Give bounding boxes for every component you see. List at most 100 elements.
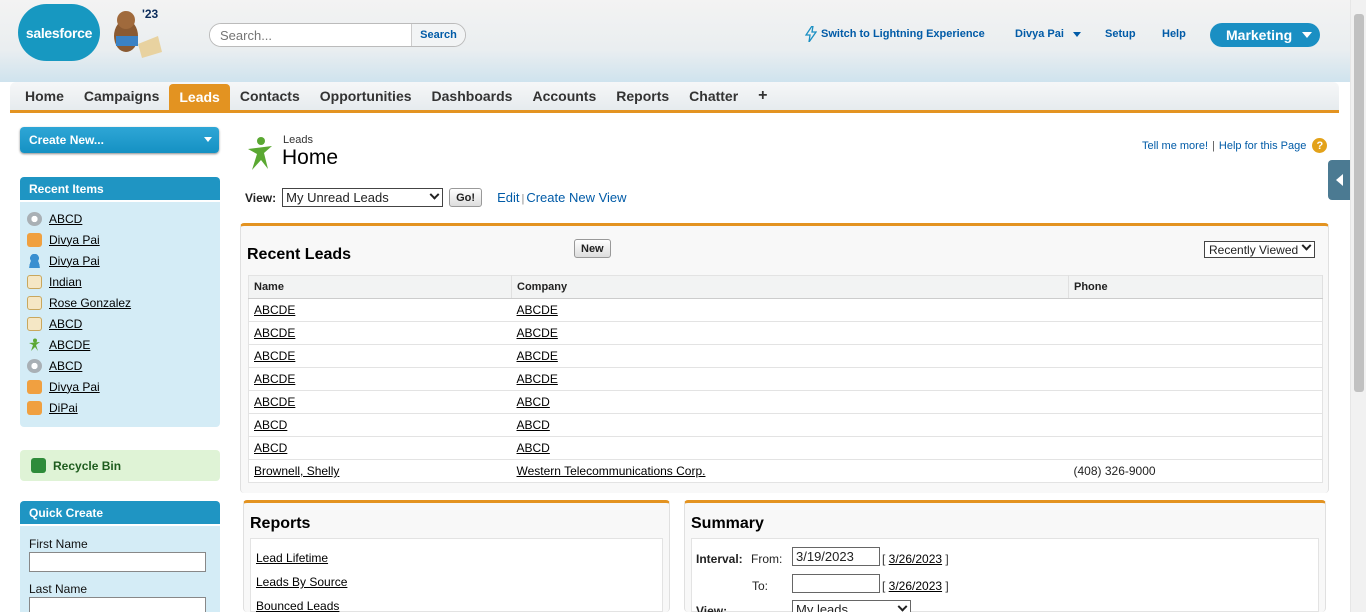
view-select[interactable]: My Unread Leads	[282, 188, 444, 207]
report-link[interactable]: Bounced Leads	[256, 599, 339, 612]
account-icon	[27, 379, 42, 394]
edit-view-link[interactable]: Edit	[497, 190, 519, 205]
lead-name-link[interactable]: ABCD	[254, 418, 287, 432]
tab-accounts[interactable]: Accounts	[522, 82, 606, 110]
first-name-field[interactable]	[29, 552, 206, 572]
lead-company-link[interactable]: ABCDE	[517, 326, 558, 340]
create-new-view-link[interactable]: Create New View	[526, 190, 626, 205]
all-tabs-plus-icon[interactable]: +	[748, 82, 777, 110]
recent-item-link[interactable]: DiPai	[49, 401, 78, 415]
go-button[interactable]: Go!	[449, 188, 483, 207]
recycle-bin-icon	[31, 458, 46, 473]
list-item: Divya Pai	[20, 229, 220, 250]
chevron-left-icon	[1335, 174, 1343, 186]
page-scrollbar[interactable]	[1350, 0, 1366, 612]
lead-name-link[interactable]: ABCDE	[254, 372, 295, 386]
lead-phone	[1068, 436, 1323, 460]
to-date-input[interactable]	[792, 574, 880, 593]
tab-home[interactable]: Home	[15, 82, 74, 110]
list-item: Divya Pai	[20, 250, 220, 271]
tab-dashboards[interactable]: Dashboards	[422, 82, 523, 110]
sidebar-collapse-toggle[interactable]	[1328, 160, 1350, 200]
app-switcher[interactable]: Marketing	[1210, 23, 1320, 47]
view-links: Edit | Create New View	[497, 190, 626, 205]
help-icon[interactable]: ?	[1312, 138, 1328, 153]
chevron-down-icon	[1302, 32, 1312, 38]
lead-name-link[interactable]: ABCDE	[254, 395, 295, 409]
scrollbar-thumb[interactable]	[1354, 14, 1364, 392]
lead-company-link[interactable]: Western Telecommunications Corp.	[517, 464, 706, 478]
recent-item-link[interactable]: ABCD	[49, 359, 82, 373]
account-icon	[27, 232, 42, 247]
recent-items-header: Recent Items	[20, 177, 220, 200]
chevron-down-icon	[204, 137, 212, 142]
from-date-input[interactable]: 3/19/2023	[792, 547, 880, 566]
recent-item-link[interactable]: ABCD	[49, 212, 82, 226]
lead-name-link[interactable]: ABCDE	[254, 349, 295, 363]
chevron-down-icon	[1301, 240, 1312, 251]
help-for-page-link[interactable]: Help for this Page	[1219, 140, 1306, 152]
list-item: ABCD	[20, 313, 220, 334]
reports-title: Reports	[250, 515, 311, 532]
quick-create-form: First Name Last Name	[20, 526, 220, 612]
recent-item-link[interactable]: ABCDE	[49, 338, 90, 352]
list-item: ABCD	[20, 355, 220, 376]
column-header-name[interactable]: Name	[248, 275, 512, 299]
lead-company-link[interactable]: ABCDE	[517, 303, 558, 317]
lead-phone	[1068, 321, 1323, 345]
lead-company-link[interactable]: ABCDE	[517, 372, 558, 386]
search-button[interactable]: Search	[411, 24, 465, 46]
summary-view-select[interactable]: My leads	[792, 600, 911, 612]
global-header: salesforce '23 Search Switch to Lightnin…	[0, 0, 1350, 82]
lead-name-link[interactable]: Brownell, Shelly	[254, 464, 339, 478]
tab-campaigns[interactable]: Campaigns	[74, 82, 169, 110]
tab-reports[interactable]: Reports	[606, 82, 679, 110]
report-link[interactable]: Lead Lifetime	[256, 551, 328, 565]
to-date-hint-link[interactable]: 3/26/2023	[889, 579, 942, 593]
recent-item-link[interactable]: Divya Pai	[49, 380, 100, 394]
lead-company-link[interactable]: ABCD	[517, 418, 550, 432]
recent-item-link[interactable]: Indian	[49, 275, 82, 289]
setup-link[interactable]: Setup	[1105, 28, 1136, 40]
from-label: From:	[751, 552, 783, 566]
lead-company-link[interactable]: ABCD	[517, 441, 550, 455]
switch-lightning-link[interactable]: Switch to Lightning Experience	[805, 26, 985, 42]
report-link[interactable]: Leads By Source	[256, 575, 347, 589]
tab-opportunities[interactable]: Opportunities	[310, 82, 422, 110]
new-lead-button[interactable]: New	[574, 239, 611, 258]
create-new-button[interactable]: Create New...	[20, 127, 219, 153]
user-name: Divya Pai	[1015, 28, 1064, 40]
recycle-bin-link[interactable]: Recycle Bin	[20, 450, 220, 481]
quick-create-header: Quick Create	[20, 501, 220, 524]
tab-chatter[interactable]: Chatter	[679, 82, 748, 110]
column-header-phone[interactable]: Phone	[1068, 275, 1323, 299]
to-label: To:	[752, 579, 769, 593]
salesforce-logo[interactable]: salesforce	[18, 4, 100, 61]
create-new-label: Create New...	[29, 133, 104, 147]
tab-leads[interactable]: Leads	[169, 84, 230, 110]
interval-label: Interval:	[696, 552, 743, 566]
search-input[interactable]	[210, 24, 411, 46]
lead-company-link[interactable]: ABCD	[517, 395, 550, 409]
recent-item-link[interactable]: Divya Pai	[49, 233, 100, 247]
campaign-icon	[27, 211, 42, 226]
summary-panel: Summary Interval: From: 3/19/2023 [ 3/26…	[684, 500, 1326, 612]
lead-company-link[interactable]: ABCDE	[517, 349, 558, 363]
help-link[interactable]: Help	[1162, 28, 1186, 40]
tell-me-more-link[interactable]: Tell me more!	[1142, 140, 1208, 152]
lead-name-link[interactable]: ABCDE	[254, 326, 295, 340]
recent-leads-table: Name Company Phone ABCDE ABCDE ABCDE ABCDE…	[248, 275, 1323, 483]
recent-item-link[interactable]: Rose Gonzalez	[49, 296, 131, 310]
user-menu[interactable]: Divya Pai	[1015, 28, 1081, 40]
last-name-field[interactable]	[29, 597, 206, 612]
report-icon	[27, 316, 42, 331]
lead-name-link[interactable]: ABCD	[254, 441, 287, 455]
recent-leads-filter-select[interactable]: Recently Viewed	[1204, 240, 1315, 258]
summary-view-value: My leads	[796, 602, 849, 612]
tab-contacts[interactable]: Contacts	[230, 82, 310, 110]
column-header-company[interactable]: Company	[511, 275, 1069, 299]
recent-item-link[interactable]: Divya Pai	[49, 254, 100, 268]
lead-name-link[interactable]: ABCDE	[254, 303, 295, 317]
recent-item-link[interactable]: ABCD	[49, 317, 82, 331]
from-date-hint-link[interactable]: 3/26/2023	[889, 552, 942, 566]
